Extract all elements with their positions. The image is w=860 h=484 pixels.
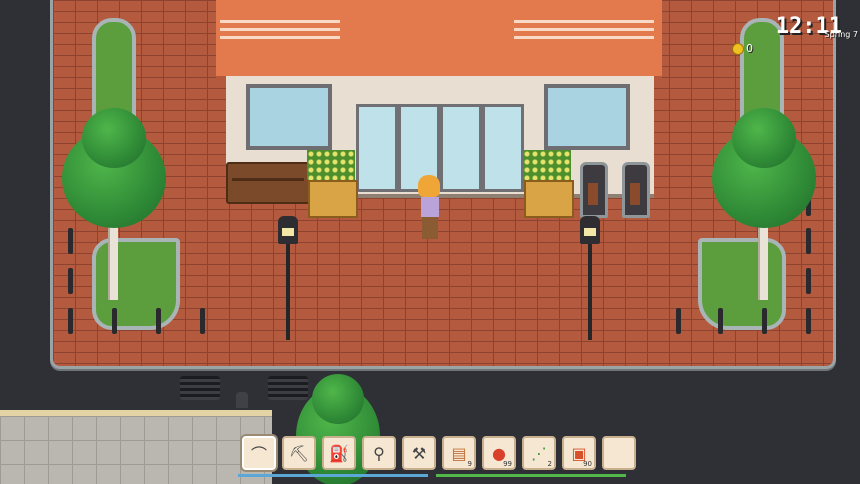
shovel-icon: ⚲	[373, 443, 385, 463]
gold-counter: 0	[732, 42, 753, 55]
hydrant	[236, 392, 248, 408]
toolbar: ⌒ ⛏ ⛽ ⚲ ⚒ ▤ 9 ● 99 ⋰ 2 ▣ 90	[242, 436, 636, 470]
health-bar	[436, 474, 626, 477]
gold-amount: 0	[746, 42, 753, 55]
tree-left	[62, 108, 166, 304]
store-door-4[interactable]	[482, 104, 524, 192]
toolbar-slot-watering-can[interactable]: ⛽	[322, 436, 356, 470]
trash-bin-2[interactable]	[622, 162, 650, 218]
store-window-left	[246, 84, 332, 150]
bollard	[112, 308, 117, 334]
bollard	[806, 308, 811, 334]
item-count: 9	[467, 460, 472, 468]
game-scene[interactable]: 12:11 Spring 7 0 ⌒ ⛏ ⛽ ⚲ ⚒ ▤ 9 ● 99 ⋰ 2 …	[0, 0, 860, 484]
toolbar-slot-shovel[interactable]: ⚲	[362, 436, 396, 470]
item-count: 2	[547, 460, 552, 468]
flowers-right	[523, 150, 571, 180]
item-count: 99	[503, 460, 512, 468]
toolbar-slot-axe[interactable]: ⚒	[402, 436, 436, 470]
bollard	[156, 308, 161, 334]
lower-building-roof	[0, 410, 272, 484]
coin-icon	[732, 42, 744, 55]
toolbar-slot-empty[interactable]	[602, 436, 636, 470]
item-count: 90	[583, 460, 592, 468]
player-character	[418, 175, 442, 241]
green-beans-icon: ⋰	[531, 443, 547, 463]
vent-grate	[180, 376, 220, 400]
sickle-icon: ⌒	[250, 445, 267, 464]
flowers-left	[307, 150, 355, 180]
toolbar-slot-tomato[interactable]: ● 99	[482, 436, 516, 470]
store-window-right	[544, 84, 630, 150]
street-lamp-right-pole	[588, 240, 592, 340]
store-awning	[216, 0, 662, 80]
bollard	[762, 308, 767, 334]
energy-bar	[238, 474, 428, 477]
street-lamp-left	[278, 216, 298, 244]
store-door-1[interactable]	[356, 104, 398, 192]
store-door-3[interactable]	[440, 104, 482, 192]
toolbar-slot-pickaxe[interactable]: ⛏	[282, 436, 316, 470]
flower-box-right[interactable]	[524, 180, 574, 218]
seed-packet-icon: ▤	[451, 443, 467, 463]
pickaxe-icon: ⛏	[288, 443, 310, 463]
toolbar-slot-sickle[interactable]: ⌒	[242, 436, 276, 470]
bollard	[68, 308, 73, 334]
season-date: Spring 7	[824, 30, 858, 39]
wooden-bench[interactable]	[226, 162, 310, 204]
bollard	[676, 308, 681, 334]
bollard	[200, 308, 205, 334]
street-lamp-right	[580, 216, 600, 244]
tree-right	[712, 108, 816, 304]
toolbar-slot-green-beans[interactable]: ⋰ 2	[522, 436, 556, 470]
trash-bin-1[interactable]	[580, 162, 608, 218]
toolbar-slot-tomato-seeds[interactable]: ▣ 90	[562, 436, 596, 470]
bollard	[718, 308, 723, 334]
flower-box-left[interactable]	[308, 180, 358, 218]
street-lamp-left-pole	[286, 240, 290, 340]
axe-icon: ⚒	[411, 443, 427, 463]
toolbar-slot-seed-packet[interactable]: ▤ 9	[442, 436, 476, 470]
watering-can-icon: ⛽	[329, 443, 349, 463]
